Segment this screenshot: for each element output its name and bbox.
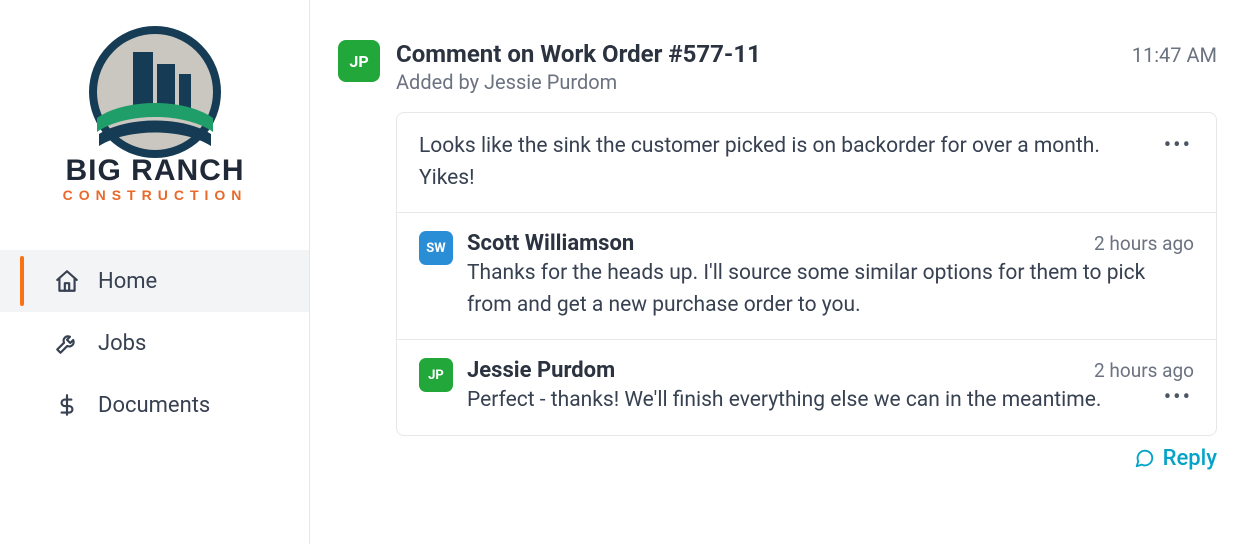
main-content: JP Comment on Work Order #577-11 Added b… (310, 0, 1251, 544)
activity-title[interactable]: Comment on Work Order #577-11 (396, 40, 761, 68)
sidebar-item-label: Documents (98, 393, 210, 418)
brand-sub: CONSTRUCTION (62, 187, 247, 202)
activity-subtitle: Added by Jessie Purdom (396, 70, 761, 94)
more-menu-button[interactable]: ••• (1162, 383, 1194, 413)
sidebar-item-jobs[interactable]: Jobs (0, 312, 309, 374)
brand-name: BIG RANCH (65, 154, 244, 187)
reply-button[interactable]: Reply (396, 446, 1217, 471)
activity-body: Comment on Work Order #577-11 Added by J… (396, 40, 1217, 471)
comment-text: Looks like the sink the customer picked … (419, 131, 1146, 194)
comment-thread-card: Looks like the sink the customer picked … (396, 112, 1217, 436)
sidebar-item-label: Jobs (98, 331, 146, 356)
sidebar-item-documents[interactable]: Documents (0, 374, 309, 436)
comment-reply: SW Scott Williamson 2 hours ago Thanks f… (397, 212, 1216, 339)
reply-author: Jessie Purdom (467, 358, 615, 383)
reply-icon (1133, 447, 1155, 469)
sidebar-item-label: Home (98, 269, 157, 294)
reply-text: Thanks for the heads up. I'll source som… (467, 258, 1194, 321)
comment-original: Looks like the sink the customer picked … (397, 113, 1216, 212)
avatar: JP (419, 358, 453, 392)
reply-author: Scott Williamson (467, 231, 634, 256)
sidebar-nav: Home Jobs Documents (0, 250, 309, 436)
reply-label: Reply (1163, 446, 1217, 471)
home-icon (54, 268, 80, 294)
sidebar-item-home[interactable]: Home (0, 250, 309, 312)
reply-text: Perfect - thanks! We'll finish everythin… (467, 385, 1101, 417)
brand-logo: BIG RANCH CONSTRUCTION (45, 22, 265, 202)
activity-item: JP Comment on Work Order #577-11 Added b… (338, 40, 1217, 471)
avatar: SW (419, 231, 453, 265)
sidebar: BIG RANCH CONSTRUCTION Home Jobs Documen… (0, 0, 310, 544)
avatar: JP (338, 40, 380, 82)
wrench-icon (54, 330, 80, 356)
dollar-icon (54, 392, 80, 418)
reply-time: 2 hours ago (1094, 359, 1194, 382)
comment-reply: JP Jessie Purdom 2 hours ago Perfect - t… (397, 339, 1216, 435)
more-menu-button[interactable]: ••• (1162, 131, 1194, 161)
activity-timestamp: 11:47 AM (1132, 43, 1217, 67)
brand-logo-svg: BIG RANCH CONSTRUCTION (45, 22, 265, 202)
reply-time: 2 hours ago (1094, 232, 1194, 255)
